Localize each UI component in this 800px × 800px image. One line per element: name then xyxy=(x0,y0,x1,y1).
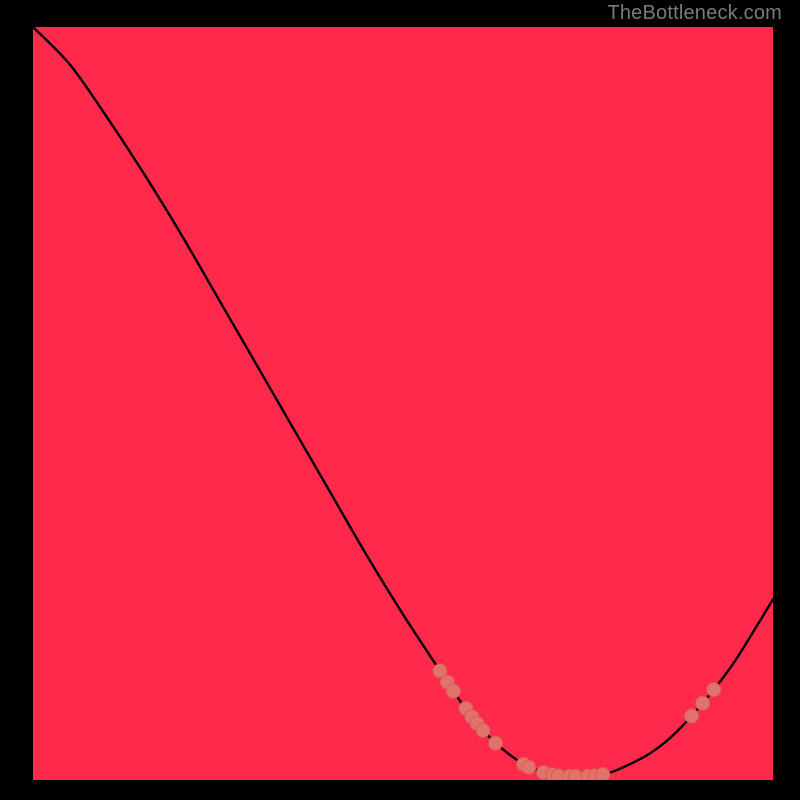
data-marker xyxy=(489,736,503,750)
data-marker xyxy=(596,767,610,780)
data-marker xyxy=(446,684,460,698)
plot-area xyxy=(33,27,773,780)
data-marker xyxy=(522,760,536,774)
data-marker xyxy=(476,723,490,737)
data-marker xyxy=(707,683,721,697)
gradient-background xyxy=(33,27,773,780)
watermark-text: TheBottleneck.com xyxy=(607,2,782,25)
chart-frame: TheBottleneck.com xyxy=(0,0,800,800)
chart-svg xyxy=(33,27,773,780)
data-marker xyxy=(685,709,699,723)
data-marker xyxy=(568,769,582,780)
data-marker xyxy=(696,696,710,710)
